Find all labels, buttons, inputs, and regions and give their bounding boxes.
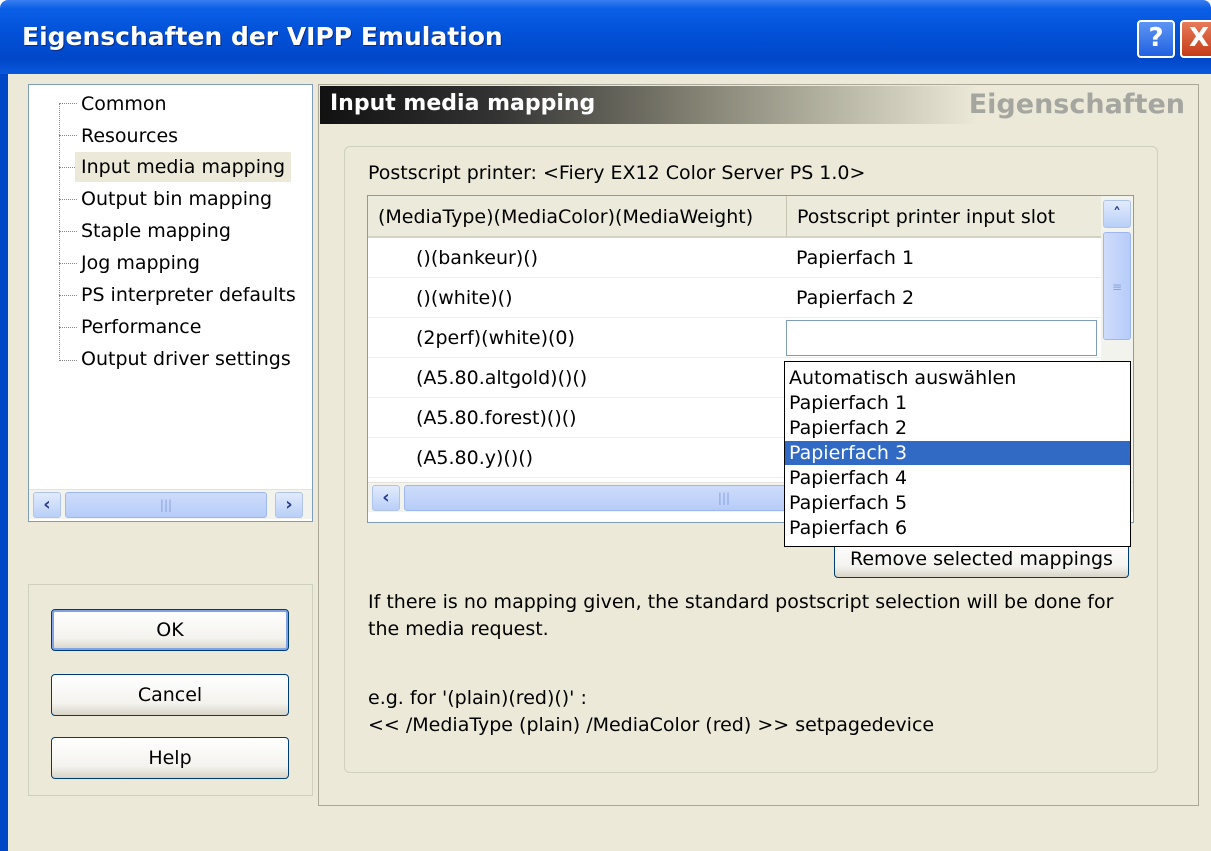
tree-connector xyxy=(59,327,77,328)
slot-combo-editor[interactable] xyxy=(786,320,1097,356)
column-header-input-slot[interactable]: Postscript printer input slot xyxy=(786,196,1101,238)
tree-item-output-driver-settings[interactable]: Output driver settings xyxy=(81,344,291,374)
tree-item-input-media-mapping[interactable]: Input media mapping xyxy=(75,152,292,182)
title-bar: Eigenschaften der VIPP Emulation ? X xyxy=(0,0,1211,74)
tree-connector xyxy=(59,231,77,232)
window-title: Eigenschaften der VIPP Emulation xyxy=(22,22,503,51)
media-cell: (A5.80.forest)()() xyxy=(416,407,577,429)
table-row[interactable]: ()(bankeur)() Papierfach 1 xyxy=(368,238,1101,278)
media-cell: (2perf)(white)(0) xyxy=(416,327,575,349)
tree-connector xyxy=(59,360,77,361)
printer-label: Postscript printer: <Fiery EX12 Color Se… xyxy=(368,162,866,184)
tree-horizontal-scrollbar[interactable]: ‹ ||| › xyxy=(29,489,312,519)
tree-connector xyxy=(59,103,77,104)
cancel-button[interactable]: Cancel xyxy=(51,674,289,716)
panel-title: Input media mapping xyxy=(330,91,596,116)
slot-cell: Papierfach 2 xyxy=(796,287,915,309)
settings-tree: Common Resources Input media mapping Out… xyxy=(28,84,313,522)
dropdown-option[interactable]: Papierfach 4 xyxy=(785,466,1130,490)
tree-connector xyxy=(59,103,60,361)
scroll-left-icon[interactable]: ‹ xyxy=(372,485,400,511)
media-cell: (A5.80.altgold)()() xyxy=(416,367,588,389)
example-text-line: e.g. for '(plain)(red)()' : xyxy=(368,687,587,709)
dropdown-option[interactable]: Papierfach 5 xyxy=(785,491,1130,515)
dropdown-option[interactable]: Papierfach 6 xyxy=(785,516,1130,540)
table-row[interactable]: ()(white)() Papierfach 2 xyxy=(368,278,1101,318)
scroll-thumb[interactable]: ≡ xyxy=(1103,232,1131,340)
dialog-button-group: OK Cancel Help xyxy=(28,584,313,796)
tree-item-ps-interpreter-defaults[interactable]: PS interpreter defaults xyxy=(81,280,296,310)
panel-header: Input media mapping Eigenschaften xyxy=(320,86,1197,124)
media-cell: ()(white)() xyxy=(416,287,513,309)
slot-cell: Papierfach 1 xyxy=(796,247,915,269)
media-cell: (A5.80.y)()() xyxy=(416,447,534,469)
info-text-line: If there is no mapping given, the standa… xyxy=(368,591,1114,613)
tree-item-resources[interactable]: Resources xyxy=(81,121,178,151)
tree-connector xyxy=(59,199,77,200)
table-row[interactable]: (2perf)(white)(0) xyxy=(368,318,1101,358)
help-icon[interactable]: ? xyxy=(1137,20,1175,58)
scroll-right-icon[interactable]: › xyxy=(275,492,303,518)
close-icon[interactable]: X xyxy=(1180,20,1211,58)
ok-button[interactable]: OK xyxy=(51,609,289,651)
dropdown-option[interactable]: Papierfach 1 xyxy=(785,391,1130,415)
column-header-media[interactable]: (MediaType)(MediaColor)(MediaWeight) xyxy=(368,196,786,238)
scroll-up-icon[interactable]: ˄ xyxy=(1103,200,1131,228)
info-text-line: the media request. xyxy=(368,618,549,640)
panel-subtitle: Eigenschaften xyxy=(968,89,1185,120)
tree-item-performance[interactable]: Performance xyxy=(81,312,201,342)
tree-connector xyxy=(59,135,77,136)
tree-connector xyxy=(59,295,77,296)
dropdown-option-selected[interactable]: Papierfach 3 xyxy=(785,441,1130,465)
tree-connector xyxy=(59,263,77,264)
dropdown-option[interactable]: Papierfach 2 xyxy=(785,416,1130,440)
tree-item-staple-mapping[interactable]: Staple mapping xyxy=(81,216,231,246)
help-button[interactable]: Help xyxy=(51,737,289,779)
scroll-thumb[interactable]: ||| xyxy=(65,492,267,518)
dropdown-option[interactable]: Automatisch auswählen xyxy=(785,366,1130,390)
tree-item-jog-mapping[interactable]: Jog mapping xyxy=(81,248,200,278)
media-cell: ()(bankeur)() xyxy=(416,247,539,269)
input-slot-dropdown[interactable]: Automatisch auswählen Papierfach 1 Papie… xyxy=(784,361,1131,547)
scroll-left-icon[interactable]: ‹ xyxy=(33,492,61,518)
tree-item-output-bin-mapping[interactable]: Output bin mapping xyxy=(81,184,272,214)
example-text-line: << /MediaType (plain) /MediaColor (red) … xyxy=(368,714,935,736)
tree-item-common[interactable]: Common xyxy=(81,89,167,119)
